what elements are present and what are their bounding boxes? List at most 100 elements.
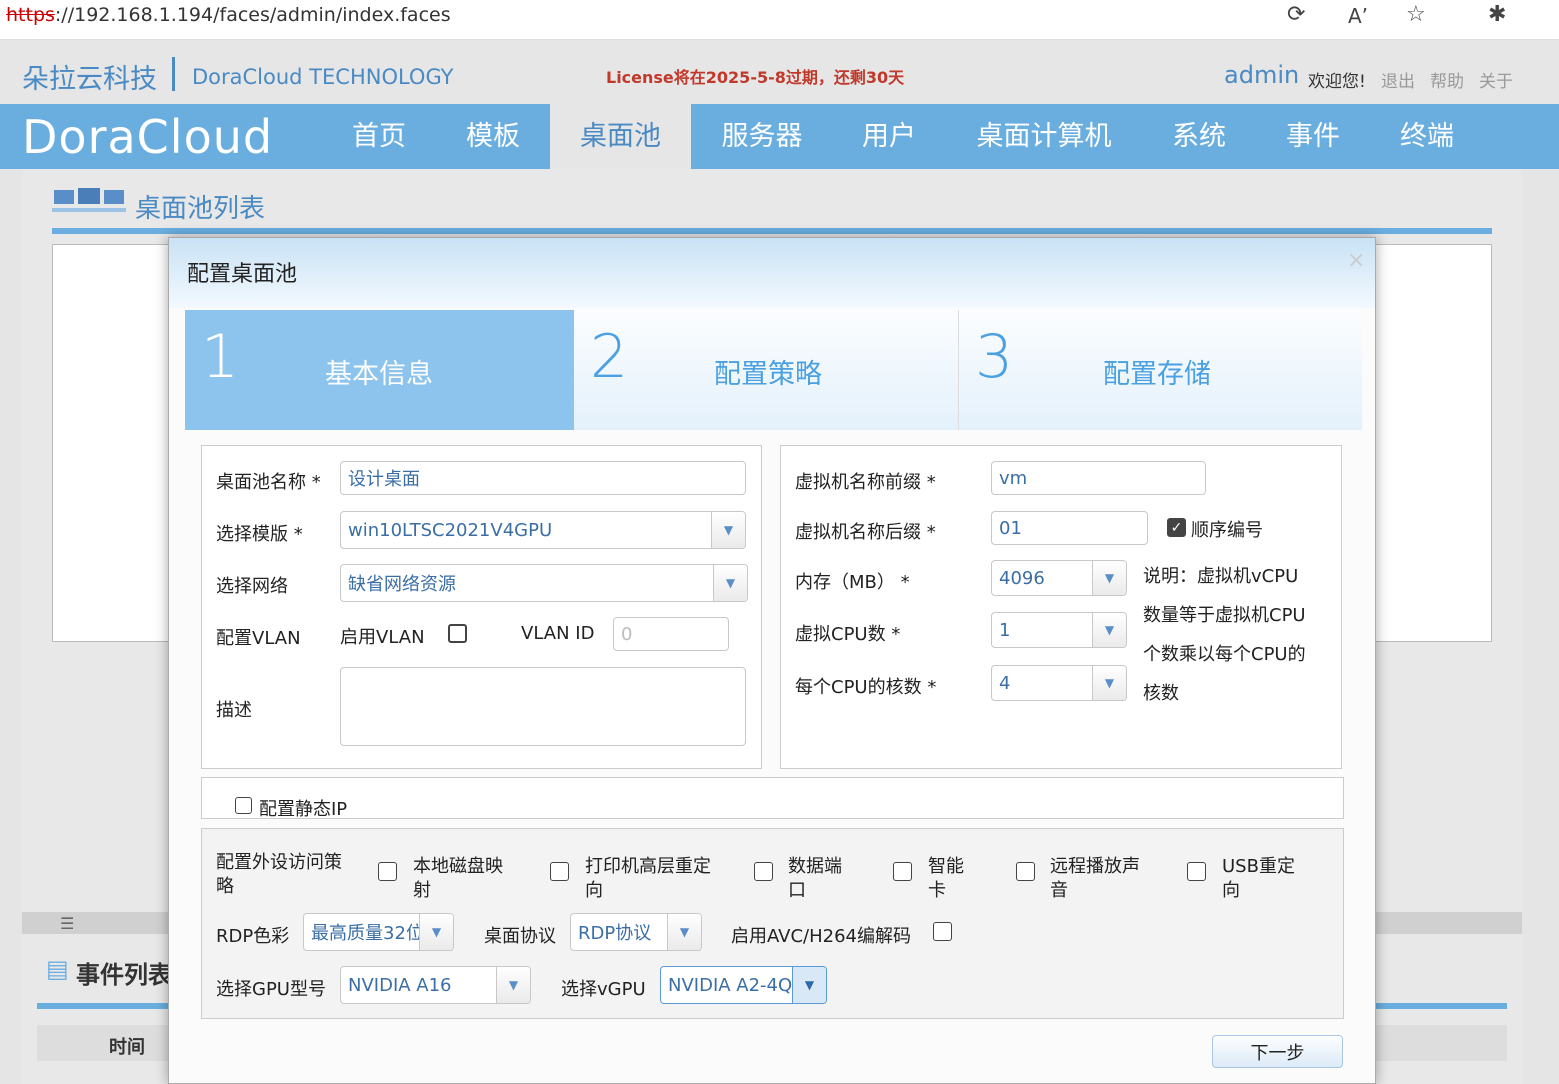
event-col-time: 时间 bbox=[109, 1037, 145, 1058]
vcpu-select-value: 1 bbox=[999, 619, 1011, 641]
printer-redirect-checkbox[interactable] bbox=[550, 862, 569, 881]
chevron-down-icon[interactable]: ▼ bbox=[792, 967, 826, 1003]
local-disk-label-1: 本地磁盘映 bbox=[413, 856, 503, 877]
usb-redirect-checkbox[interactable] bbox=[1187, 862, 1206, 881]
chevron-down-icon[interactable]: ▼ bbox=[496, 967, 530, 1003]
nav-home[interactable]: 首页 bbox=[330, 104, 428, 169]
extensions-icon[interactable]: ✱ bbox=[1488, 2, 1506, 27]
step-2-policy[interactable]: 2 配置策略 bbox=[574, 310, 958, 430]
local-disk-label-2: 射 bbox=[413, 880, 431, 901]
configure-pool-dialog: 配置桌面池 × 1 基本信息 2 配置策略 3 配置存储 桌面池名称 * 设计桌… bbox=[168, 237, 1376, 1084]
gpu-select[interactable]: NVIDIA A16 ▼ bbox=[340, 966, 531, 1004]
welcome-text: 欢迎您! bbox=[1308, 72, 1366, 92]
chevron-down-icon[interactable]: ▼ bbox=[1092, 561, 1126, 595]
splitter-grip-icon[interactable]: ☰ bbox=[60, 914, 74, 933]
step-2-number: 2 bbox=[590, 322, 629, 392]
smart-card-checkbox[interactable] bbox=[893, 862, 912, 881]
static-ip-checkbox[interactable] bbox=[235, 797, 252, 814]
close-icon[interactable]: × bbox=[1347, 248, 1365, 273]
sequential-numbering-label: 顺序编号 bbox=[1191, 520, 1263, 541]
pool-name-label: 桌面池名称 * bbox=[216, 472, 321, 493]
smart-card-label-2: 卡 bbox=[928, 880, 946, 901]
vcpu-note-line-3: 个数乘以每个CPU的 bbox=[1143, 644, 1306, 665]
cores-per-cpu-select-value: 4 bbox=[999, 672, 1011, 694]
step-3-label: 配置存储 bbox=[1103, 359, 1211, 390]
edge-refresh-icon[interactable]: ⟳ bbox=[1287, 2, 1305, 27]
template-select[interactable]: win10LTSC2021V4GPU ▼ bbox=[340, 511, 746, 549]
cores-per-cpu-select[interactable]: 4 ▼ bbox=[991, 665, 1127, 701]
memory-select[interactable]: 4096 ▼ bbox=[991, 560, 1127, 596]
favorite-star-icon[interactable]: ☆ bbox=[1406, 2, 1426, 27]
browser-address-bar[interactable]: https://192.168.1.194/faces/admin/index.… bbox=[0, 0, 1559, 40]
help-link[interactable]: 帮助 bbox=[1430, 67, 1464, 92]
usb-redirect-label-2: 向 bbox=[1222, 880, 1240, 901]
read-aloud-icon[interactable]: A’ bbox=[1348, 4, 1368, 28]
rdp-color-select[interactable]: 最高质量32位 ▼ bbox=[303, 913, 454, 951]
remote-audio-label-2: 音 bbox=[1050, 880, 1068, 901]
document-icon: ▤ bbox=[46, 955, 69, 983]
about-link[interactable]: 关于 bbox=[1479, 67, 1513, 92]
chevron-down-icon[interactable]: ▼ bbox=[667, 914, 701, 950]
vcpu-note-line-4: 核数 bbox=[1143, 683, 1179, 704]
nav-user[interactable]: 用户 bbox=[840, 104, 938, 169]
data-port-checkbox[interactable] bbox=[754, 862, 773, 881]
nav-event[interactable]: 事件 bbox=[1264, 104, 1362, 169]
vgpu-label: 选择vGPU bbox=[561, 979, 646, 1000]
nav-desktop-computer[interactable]: 桌面计算机 bbox=[958, 104, 1130, 169]
url-protocol: https bbox=[6, 4, 55, 26]
nav-server[interactable]: 服务器 bbox=[700, 104, 824, 169]
logout-link[interactable]: 退出 bbox=[1381, 67, 1415, 92]
template-select-value: win10LTSC2021V4GPU bbox=[348, 519, 553, 541]
brand-separator bbox=[172, 57, 175, 91]
current-user: admin bbox=[1224, 61, 1300, 89]
memory-label: 内存（MB） * bbox=[795, 572, 910, 593]
network-select[interactable]: 缺省网络资源 ▼ bbox=[340, 564, 748, 602]
chevron-down-icon[interactable]: ▼ bbox=[713, 565, 747, 601]
pool-name-input[interactable]: 设计桌面 bbox=[340, 461, 746, 495]
nav-terminal[interactable]: 终端 bbox=[1378, 104, 1476, 169]
step-3-number: 3 bbox=[975, 322, 1014, 392]
chevron-down-icon[interactable]: ▼ bbox=[1092, 666, 1126, 700]
step-3-storage[interactable]: 3 配置存储 bbox=[958, 310, 1362, 430]
chevron-down-icon[interactable]: ▼ bbox=[1092, 613, 1126, 647]
protocol-select[interactable]: RDP协议 ▼ bbox=[570, 913, 702, 951]
nav-desktop-pool[interactable]: 桌面池 bbox=[550, 104, 691, 169]
remote-audio-label-1: 远程播放声 bbox=[1050, 856, 1140, 877]
pool-title-underline bbox=[52, 228, 1492, 234]
nav-template[interactable]: 模板 bbox=[444, 104, 542, 169]
url-text[interactable]: https://192.168.1.194/faces/admin/index.… bbox=[6, 4, 451, 26]
vlan-enable-checkbox[interactable] bbox=[448, 624, 467, 643]
gpu-label: 选择GPU型号 bbox=[216, 979, 326, 1000]
vcpu-note-line-2: 数量等于虚拟机CPU bbox=[1143, 605, 1306, 626]
vm-prefix-input[interactable]: vm bbox=[991, 461, 1206, 495]
step-1-label: 基本信息 bbox=[325, 359, 433, 390]
dialog-header[interactable]: 配置桌面池 × bbox=[169, 238, 1375, 308]
chevron-down-icon[interactable]: ▼ bbox=[711, 512, 745, 548]
avc-checkbox[interactable] bbox=[933, 922, 952, 941]
local-disk-checkbox[interactable] bbox=[378, 862, 397, 881]
chevron-down-icon[interactable]: ▼ bbox=[419, 914, 453, 950]
nav-system[interactable]: 系统 bbox=[1150, 104, 1248, 169]
description-textarea[interactable] bbox=[340, 667, 746, 746]
memory-select-value: 4096 bbox=[999, 567, 1045, 589]
url-path: ://192.168.1.194/faces/admin/index.faces bbox=[54, 4, 451, 26]
vlan-id-input[interactable]: 0 bbox=[613, 617, 729, 651]
vgpu-select[interactable]: NVIDIA A2-4Q ▼ bbox=[660, 966, 827, 1004]
template-label: 选择模版 * bbox=[216, 524, 303, 545]
remote-audio-checkbox[interactable] bbox=[1016, 862, 1035, 881]
network-select-value: 缺省网络资源 bbox=[348, 574, 456, 595]
vlan-id-label: VLAN ID bbox=[521, 623, 595, 644]
next-step-button[interactable]: 下一步 bbox=[1212, 1035, 1343, 1068]
printer-redirect-label-1: 打印机高层重定 bbox=[585, 856, 711, 877]
desktop-pool-icon bbox=[52, 188, 126, 212]
rdp-color-label: RDP色彩 bbox=[216, 926, 290, 947]
gpu-select-value: NVIDIA A16 bbox=[348, 974, 452, 996]
vm-suffix-input[interactable]: 01 bbox=[991, 511, 1148, 545]
rdp-color-select-value: 最高质量32位 bbox=[311, 923, 424, 944]
smart-card-label-1: 智能 bbox=[928, 856, 964, 877]
sequential-numbering-checkbox[interactable]: ✓ bbox=[1167, 518, 1186, 537]
vm-suffix-label: 虚拟机名称后缀 * bbox=[795, 522, 936, 543]
step-1-basic-info[interactable]: 1 基本信息 bbox=[185, 310, 574, 430]
vcpu-select[interactable]: 1 ▼ bbox=[991, 612, 1127, 648]
app-header: 朵拉云科技 DoraCloud TECHNOLOGY License将在2025… bbox=[0, 41, 1559, 104]
